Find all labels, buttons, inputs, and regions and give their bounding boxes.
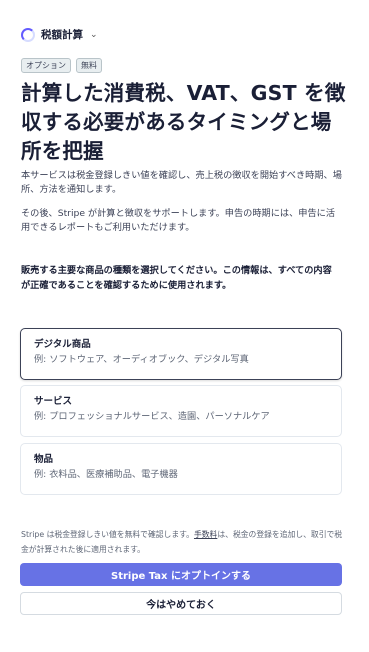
description-text-2: その後、Stripe が計算と徴収をサポートします。申告の時期には、申告に活用で… <box>21 208 336 233</box>
option-description: 例: ソフトウェア、オーディオブック、デジタル写真 <box>34 354 249 365</box>
option-description: 例: 衣料品、医療補助品、電子機器 <box>34 469 178 480</box>
header-title: 税額計算 <box>41 29 83 41</box>
optional-badge: オプション <box>21 58 71 73</box>
loading-spinner-icon <box>21 27 35 42</box>
fees-link[interactable]: 手数料 <box>194 530 217 539</box>
page-header: 税額計算 ⌄ <box>21 27 98 42</box>
option-title: 物品 <box>34 454 54 465</box>
option-title: サービス <box>34 396 73 407</box>
not-now-button[interactable]: 今はやめておく <box>20 592 342 615</box>
chevron-down-icon[interactable]: ⌄ <box>90 30 98 40</box>
description-text-1: 本サービスは税金登録しきい値を確認し、売上税の徴収を開始すべき時期、場所、方法を… <box>21 170 342 195</box>
free-badge: 無料 <box>76 58 102 73</box>
footnote-text-before: Stripe は税金登録しきい値を無料で確認します。 <box>21 530 194 539</box>
page-headline: 計算した消費税、VAT、GST を徴収する必要があるタイミングと場所を把握 <box>21 81 346 163</box>
opt-in-button[interactable]: Stripe Tax にオプトインする <box>20 563 342 586</box>
option-description: 例: プロフェッショナルサービス、造園、パーソナルケア <box>34 411 270 422</box>
product-type-question: 販売する主要な商品の種類を選択してください。この情報は、すべての内容が正確である… <box>21 265 332 291</box>
pricing-footnote: Stripe は税金登録しきい値を無料で確認します。手数料は、税金の登録を追加し… <box>21 527 343 557</box>
option-physical-goods[interactable]: 物品 例: 衣料品、医療補助品、電子機器 <box>20 443 342 495</box>
option-title: デジタル商品 <box>34 339 91 350</box>
option-services[interactable]: サービス 例: プロフェッショナルサービス、造園、パーソナルケア <box>20 385 342 437</box>
badge-row: オプション 無料 <box>21 58 102 73</box>
option-digital-goods[interactable]: デジタル商品 例: ソフトウェア、オーディオブック、デジタル写真 <box>20 328 342 380</box>
